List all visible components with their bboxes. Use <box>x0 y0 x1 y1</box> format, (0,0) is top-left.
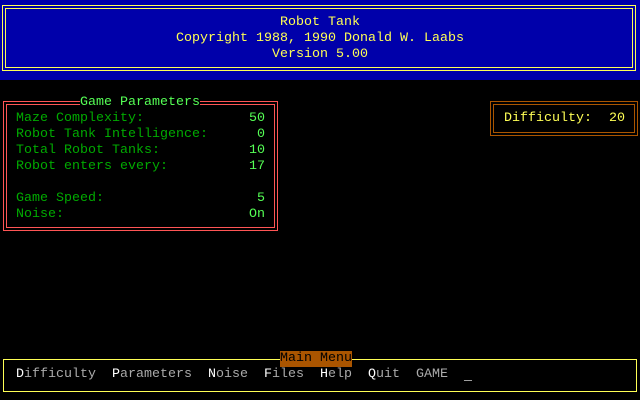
menu-item-label: elp <box>328 367 352 382</box>
hotkey: F <box>264 367 272 382</box>
menu-item-game[interactable]: GAME <box>416 367 448 383</box>
copyright-text: Copyright 1988, 1990 Donald W. Laabs <box>176 31 464 46</box>
menu-item-noise[interactable]: Noise <box>208 367 248 383</box>
menu-item-label: oise <box>216 367 248 382</box>
param-label: Noise: <box>16 207 64 222</box>
param-label: Game Speed: <box>16 191 104 206</box>
param-value: 17 <box>249 159 265 174</box>
menu-item-help[interactable]: Help <box>320 367 352 383</box>
param-label: Total Robot Tanks: <box>16 143 160 158</box>
hotkey: N <box>208 367 216 382</box>
difficulty-label: Difficulty: <box>504 111 592 126</box>
hotkey: Q <box>368 367 376 382</box>
param-value: 0 <box>257 127 265 142</box>
hotkey: P <box>112 367 120 382</box>
menu-item-label: ifficulty <box>24 367 96 382</box>
text-cursor: _ <box>464 369 472 384</box>
hotkey: H <box>320 367 328 382</box>
menu-item-quit[interactable]: Quit <box>368 367 400 383</box>
param-value: 5 <box>257 191 265 206</box>
param-label: Robot enters every: <box>16 159 168 174</box>
menu-item-parameters[interactable]: Parameters <box>112 367 192 383</box>
panel-title: Game Parameters <box>80 95 200 111</box>
param-value: 10 <box>249 143 265 158</box>
app-title: Robot Tank <box>280 15 360 30</box>
title-banner: Robot Tank Copyright 1988, 1990 Donald W… <box>0 0 640 80</box>
menu-item-label: arameters <box>120 367 192 382</box>
param-label: Robot Tank Intelligence: <box>16 127 208 142</box>
param-value: On <box>249 207 265 222</box>
param-value: 50 <box>249 111 265 126</box>
menu-item-label: iles <box>272 367 304 382</box>
menu-item-label: GAME <box>416 367 448 382</box>
param-label: Maze Complexity: <box>16 111 144 126</box>
version-text: Version 5.00 <box>272 47 368 62</box>
menu-title: Main Menu <box>280 351 352 367</box>
menu-item-files[interactable]: Files <box>264 367 304 383</box>
menu-item-label: uit <box>376 367 400 382</box>
hotkey: D <box>16 367 24 382</box>
menu-item-difficulty[interactable]: Difficulty <box>16 367 96 383</box>
difficulty-value: 20 <box>609 111 625 126</box>
